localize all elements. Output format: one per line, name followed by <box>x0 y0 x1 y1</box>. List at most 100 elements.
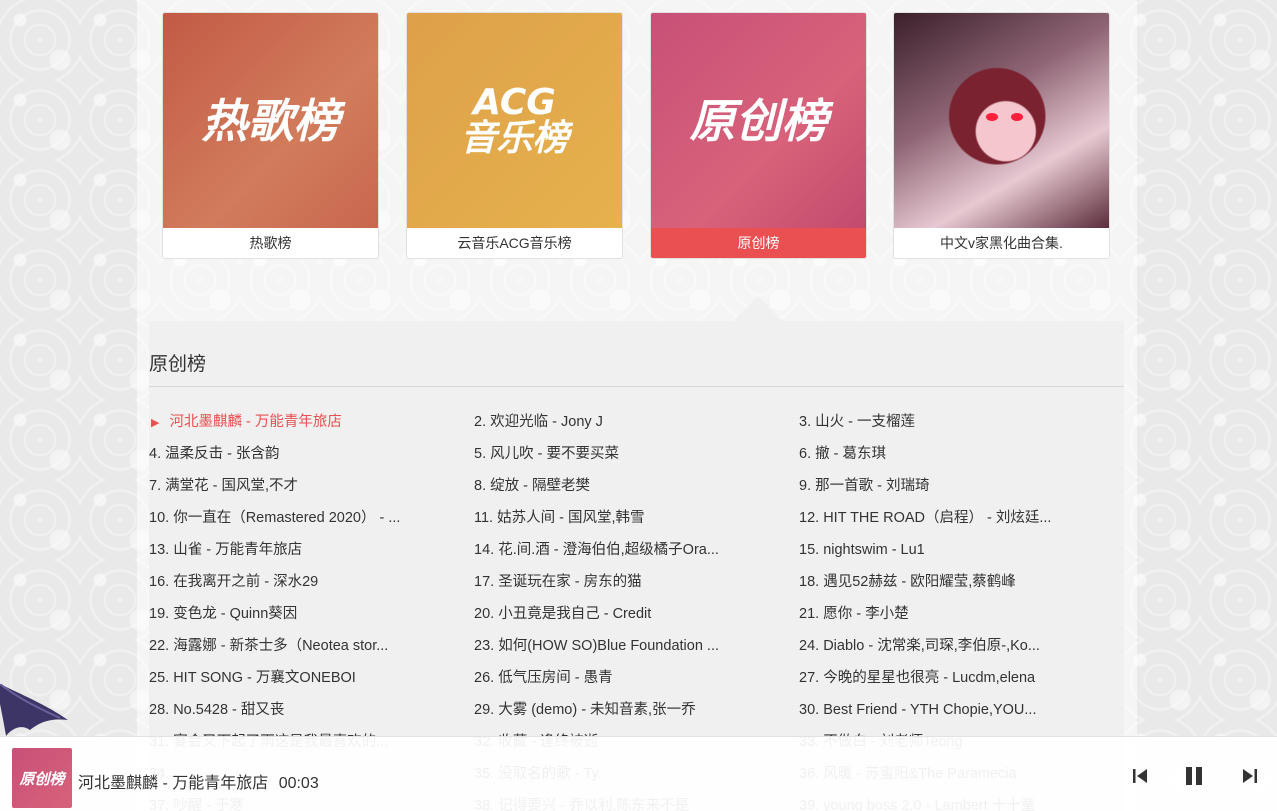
eye-glyph <box>986 113 998 121</box>
song-item[interactable]: 3. 山火 - 一支榴莲 <box>799 406 1124 438</box>
song-title: 姑苏人间 - 国风堂,韩雪 <box>497 510 645 526</box>
song-number: 20. <box>474 606 495 622</box>
chart-card-label: 热歌榜 <box>249 235 292 251</box>
song-item[interactable]: 11. 姑苏人间 - 国风堂,韩雪 <box>474 502 799 534</box>
song-title: 你一直在（Remastered 2020） - ... <box>173 510 401 526</box>
song-item[interactable]: 12. HIT THE ROAD（启程） - 刘炫廷... <box>799 502 1124 534</box>
song-title: 山雀 - 万能青年旅店 <box>173 542 303 558</box>
song-number: 15. <box>799 542 820 558</box>
song-item[interactable]: 7. 满堂花 - 国风堂,不才 <box>149 470 474 502</box>
song-item[interactable]: 16. 在我离开之前 - 深水29 <box>149 566 474 598</box>
song-number: 9. <box>799 478 812 494</box>
song-number: 13. <box>149 542 170 558</box>
next-button[interactable] <box>1239 765 1261 787</box>
song-title: 遇见52赫兹 - 欧阳耀莹,蔡鹤峰 <box>823 574 1016 590</box>
previous-button[interactable] <box>1129 765 1151 787</box>
pause-button[interactable] <box>1183 765 1205 787</box>
song-title: 愿你 - 李小楚 <box>823 606 909 622</box>
song-title: 大雾 (demo) - 未知音素,张一乔 <box>498 702 696 718</box>
song-number: 27. <box>799 670 820 686</box>
song-number: 3. <box>799 414 812 430</box>
song-title: 今晚的星星也很亮 - Lucdm,elena <box>823 670 1036 686</box>
song-item[interactable]: 6. 撤 - 葛东琪 <box>799 438 1124 470</box>
song-item[interactable]: 22. 海露娜 - 新茶士多（Neotea stor... <box>149 630 474 662</box>
chart-cover-text: ACG <box>473 81 556 123</box>
pause-icon <box>1186 767 1202 785</box>
song-number: 18. <box>799 574 820 590</box>
song-item[interactable]: 29. 大雾 (demo) - 未知音素,张一乔 <box>474 694 799 726</box>
song-item[interactable]: ▶ 河北墨麒麟 - 万能青年旅店 <box>149 406 474 438</box>
chart-card-acg[interactable]: ACG 音乐榜 云音乐ACG音乐榜 <box>406 12 623 259</box>
song-number: 10. <box>149 510 170 526</box>
divider <box>149 386 1124 387</box>
playing-indicator-icon: ▶ <box>151 417 160 429</box>
song-item[interactable]: 4. 温柔反击 - 张含韵 <box>149 438 474 470</box>
song-item[interactable]: 18. 遇见52赫兹 - 欧阳耀莹,蔡鹤峰 <box>799 566 1124 598</box>
chart-card-label: 云音乐ACG音乐榜 <box>457 235 572 251</box>
song-item[interactable]: 8. 绽放 - 隔壁老樊 <box>474 470 799 502</box>
chart-cover-text: 音乐榜 <box>460 117 569 159</box>
song-item[interactable]: 10. 你一直在（Remastered 2020） - ... <box>149 502 474 534</box>
player-bar: 原创榜 河北墨麒麟 - 万能青年旅店 00:03 <box>0 736 1277 811</box>
song-item[interactable]: 24. Diablo - 沈常楽,司琛,李伯原-,Ko... <box>799 630 1124 662</box>
eye-glyph <box>1011 113 1023 121</box>
song-item[interactable]: 15. nightswim - Lu1 <box>799 534 1124 566</box>
song-item[interactable]: 14. 花.间.酒 - 澄海伯伯,超级橘子Ora... <box>474 534 799 566</box>
now-playing: 河北墨麒麟 - 万能青年旅店 00:03 <box>78 769 319 793</box>
song-title: 如何(HOW SO)Blue Foundation ... <box>498 638 719 654</box>
song-title: 海露娜 - 新茶士多（Neotea stor... <box>173 638 389 654</box>
chart-card-vocaloid[interactable]: 中文v家黑化曲合集. <box>893 12 1110 259</box>
song-number: 19. <box>149 606 170 622</box>
song-title: 低气压房间 - 愚青 <box>498 670 613 686</box>
song-item[interactable]: 2. 欢迎光临 - Jony J <box>474 406 799 438</box>
song-item[interactable]: 21. 愿你 - 李小楚 <box>799 598 1124 630</box>
song-item[interactable]: 17. 圣诞玩在家 - 房东的猫 <box>474 566 799 598</box>
song-number: 8. <box>474 478 487 494</box>
song-item[interactable]: 30. Best Friend - YTH Chopie,YOU... <box>799 694 1124 726</box>
chart-card-label: 原创榜 <box>651 228 866 258</box>
song-item[interactable]: 27. 今晚的星星也很亮 - Lucdm,elena <box>799 662 1124 694</box>
song-title: 变色龙 - Quinn葵因 <box>173 606 298 622</box>
song-item[interactable]: 25. HIT SONG - 万襄文ONEBOI <box>149 662 474 694</box>
chart-card-original[interactable]: 原创榜 原创榜 <box>650 12 867 259</box>
song-title: Best Friend - YTH Chopie,YOU... <box>823 702 1037 718</box>
song-title: No.5428 - 甜又丧 <box>173 702 285 718</box>
song-title: 欢迎光临 - Jony J <box>490 414 603 430</box>
song-number: 7. <box>149 478 162 494</box>
skip-next-icon <box>1243 769 1257 783</box>
chart-cards: 热歌榜 热歌榜 ACG 音乐榜 云音乐ACG音乐榜 原创榜 原创榜 中文v家黑化… <box>162 12 1112 260</box>
song-item[interactable]: 13. 山雀 - 万能青年旅店 <box>149 534 474 566</box>
song-title: 那一首歌 - 刘瑞琦 <box>815 478 930 494</box>
song-title: 满堂花 - 国风堂,不才 <box>165 478 299 494</box>
chart-card-hot[interactable]: 热歌榜 热歌榜 <box>162 12 379 259</box>
song-number: 4. <box>149 446 162 462</box>
song-number: 6. <box>799 446 812 462</box>
song-item[interactable]: 20. 小丑竟是我自己 - Credit <box>474 598 799 630</box>
song-number: 25. <box>149 670 170 686</box>
song-title: Diablo - 沈常楽,司琛,李伯原-,Ko... <box>823 638 1040 654</box>
active-card-pointer <box>733 296 783 322</box>
song-number: 12. <box>799 510 820 526</box>
now-playing-title: 河北墨麒麟 - 万能青年旅店 <box>78 775 269 792</box>
song-title: 绽放 - 隔壁老樊 <box>490 478 591 494</box>
song-title: 在我离开之前 - 深水29 <box>173 574 319 590</box>
chart-cover-hot: 热歌榜 <box>163 13 378 228</box>
song-number: 21. <box>799 606 820 622</box>
song-number: 30. <box>799 702 820 718</box>
song-number: 17. <box>474 574 495 590</box>
song-item[interactable]: 26. 低气压房间 - 愚青 <box>474 662 799 694</box>
chart-cover-acg: ACG 音乐榜 <box>407 13 622 228</box>
song-item[interactable]: 5. 风儿吹 - 要不要买菜 <box>474 438 799 470</box>
song-title: 风儿吹 - 要不要买菜 <box>490 446 620 462</box>
chart-cover-text: 热歌榜 <box>201 93 340 148</box>
song-number: 14. <box>474 542 495 558</box>
song-item[interactable]: 28. No.5428 - 甜又丧 <box>149 694 474 726</box>
now-playing-cover[interactable]: 原创榜 <box>12 748 72 808</box>
song-item[interactable]: 19. 变色龙 - Quinn葵因 <box>149 598 474 630</box>
song-title: 撤 - 葛东琪 <box>815 446 887 462</box>
song-item[interactable]: 23. 如何(HOW SO)Blue Foundation ... <box>474 630 799 662</box>
song-item[interactable]: 9. 那一首歌 - 刘瑞琦 <box>799 470 1124 502</box>
song-number: 29. <box>474 702 495 718</box>
song-number: 11. <box>474 510 494 526</box>
chart-cover-original: 原创榜 <box>651 13 866 228</box>
